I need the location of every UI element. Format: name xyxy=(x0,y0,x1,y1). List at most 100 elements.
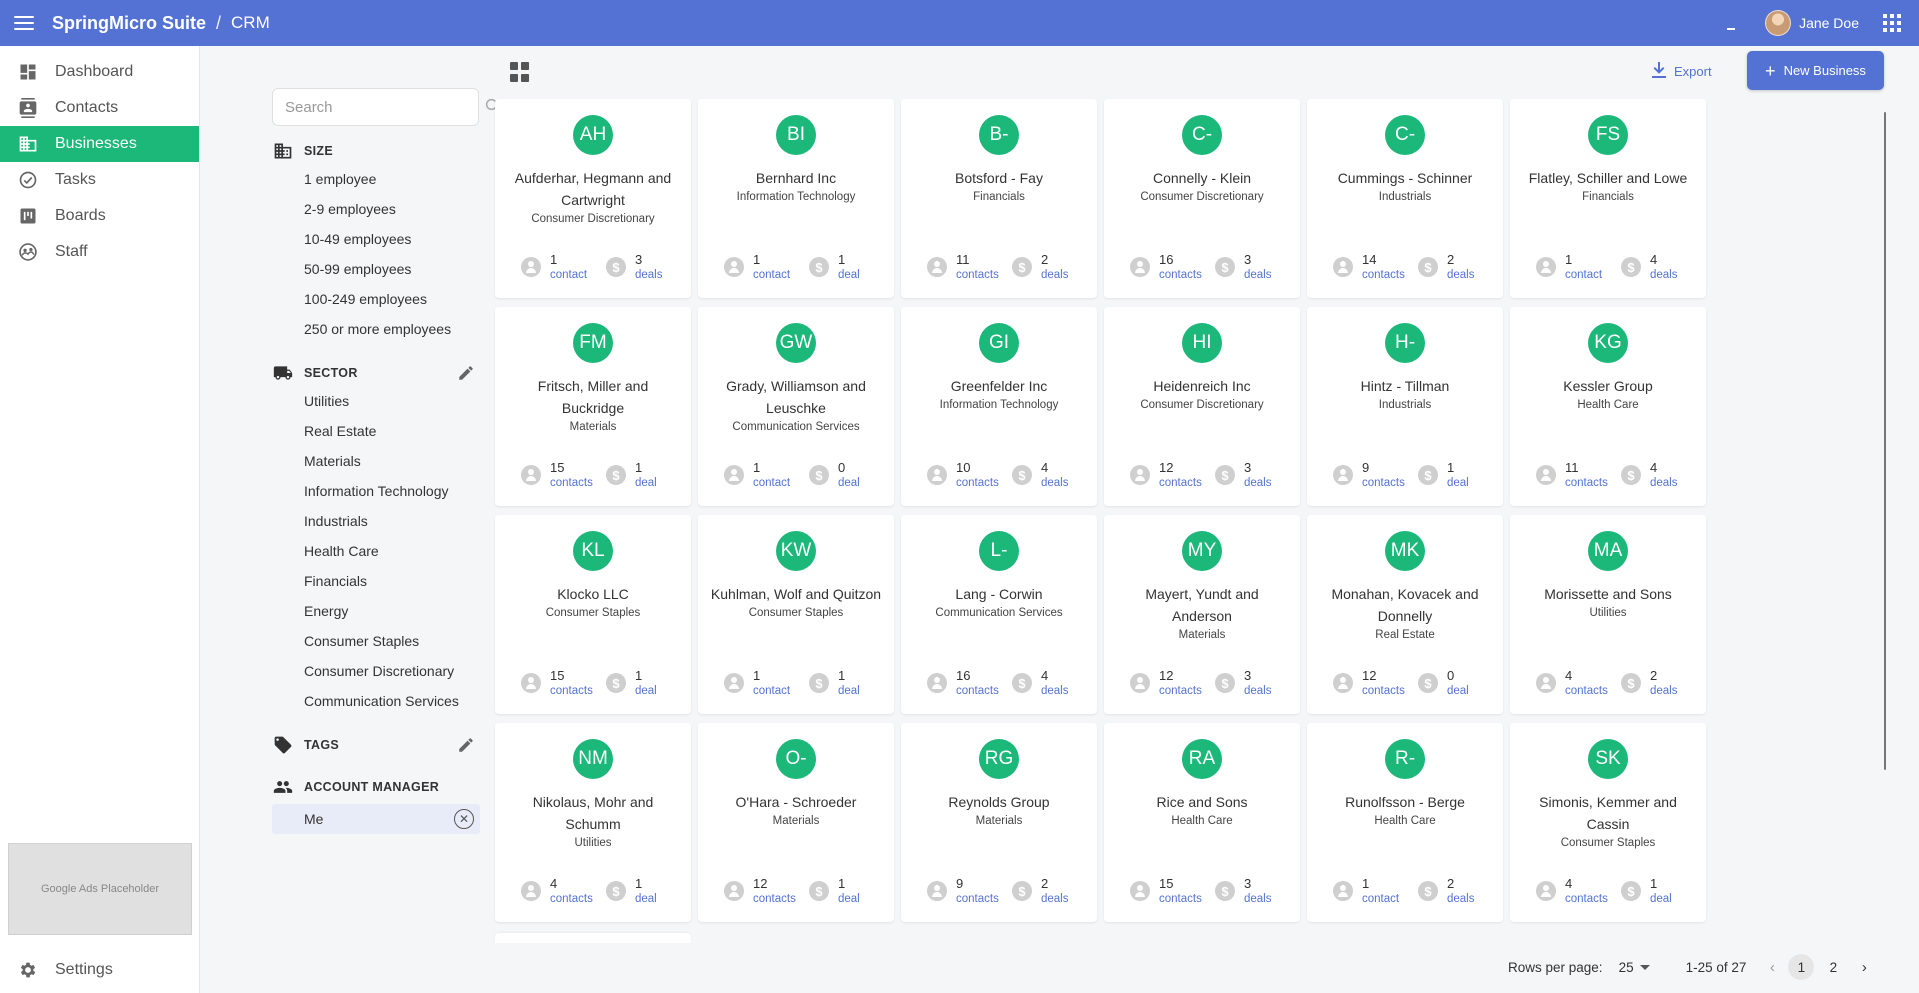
business-card[interactable]: HI Heidenreich Inc Consumer Discretionary 1… xyxy=(1104,307,1300,506)
business-sector: Information Technology xyxy=(736,191,856,203)
business-card[interactable]: C- Connelly - Klein Consumer Discretionary… xyxy=(1104,99,1300,298)
business-card[interactable]: KW Kuhlman, Wolf and Quitzon Consumer Stap… xyxy=(698,515,894,714)
search-input[interactable] xyxy=(285,98,484,116)
business-card[interactable]: FS Flatley, Schiller and Lowe Financials 1 c… xyxy=(1510,99,1706,298)
contacts-stat: 4 contacts xyxy=(1536,668,1621,698)
next-page-icon[interactable]: › xyxy=(1854,959,1874,976)
business-name: Simonis, Kemmer and Cassin xyxy=(1539,794,1677,832)
contacts-count: 1 xyxy=(753,460,761,475)
business-card[interactable]: B- Botsford - Fay Financials 11 contacts $2 de… xyxy=(901,99,1097,298)
deals-label: deals xyxy=(1244,269,1272,281)
deals-stat: $4 deals xyxy=(1621,252,1706,282)
page-2-button[interactable]: 2 xyxy=(1820,954,1846,980)
page-1-button[interactable]: 1 xyxy=(1788,954,1815,980)
deals-count: 4 xyxy=(1041,460,1049,475)
apps-grid-icon[interactable] xyxy=(1883,14,1901,32)
business-card[interactable]: FM Fritsch, Miller and Buckridge Materials… xyxy=(495,307,691,506)
deals-label: deal xyxy=(635,893,657,905)
business-card[interactable]: SK Simonis, Kemmer and Cassin Consumer Sta… xyxy=(1510,723,1706,922)
dollar-icon: $ xyxy=(1012,257,1032,277)
contacts-label: contacts xyxy=(1362,477,1405,489)
sidebar-item-dashboard[interactable]: Dashboard xyxy=(0,54,199,90)
contacts-label: contacts xyxy=(1565,685,1608,697)
rows-per-page-select[interactable]: 25 xyxy=(1619,960,1650,975)
sector-option[interactable]: Materials xyxy=(272,446,480,476)
sector-option[interactable]: Utilities xyxy=(272,386,480,416)
size-option[interactable]: 250 or more employees xyxy=(272,314,480,344)
sector-option[interactable]: Industrials xyxy=(272,506,480,536)
dollar-icon: $ xyxy=(606,257,626,277)
contacts-count: 12 xyxy=(1159,668,1174,683)
search-field[interactable] xyxy=(272,88,501,126)
business-stats: 15 contacts $3 deals xyxy=(1104,876,1300,906)
sidebar-item-boards[interactable]: Boards xyxy=(0,198,199,234)
sector-option[interactable]: Energy xyxy=(272,596,480,626)
business-initials-avatar: MK xyxy=(1385,531,1425,571)
sidebar-item-staff[interactable]: Staff xyxy=(0,234,199,270)
business-card[interactable]: MA Morissette and Sons Utilities 4 contacts $… xyxy=(1510,515,1706,714)
business-card[interactable]: R- Runolfsson - Berge Health Care 1 contact $… xyxy=(1307,723,1503,922)
pagination-range: 1-25 of 27 xyxy=(1685,959,1747,975)
scrollbar[interactable] xyxy=(1884,112,1886,770)
clear-filter-icon[interactable]: ✕ xyxy=(454,809,474,829)
sector-option[interactable]: Financials xyxy=(272,566,480,596)
business-card[interactable]: L- Lang - Corwin Communication Services 16 c… xyxy=(901,515,1097,714)
user-menu[interactable]: Jane Doe xyxy=(1765,10,1859,36)
business-card[interactable]: GI Greenfelder Inc Information Technology 1… xyxy=(901,307,1097,506)
business-card[interactable]: H- Hintz - Tillman Industrials 9 contacts $1 d… xyxy=(1307,307,1503,506)
business-name: Heidenreich Inc xyxy=(1153,378,1251,394)
contacts-count: 12 xyxy=(1159,460,1174,475)
person-icon xyxy=(521,257,541,277)
breadcrumb-section[interactable]: CRM xyxy=(231,13,270,33)
size-option[interactable]: 1 employee xyxy=(272,164,480,194)
sector-option[interactable]: Communication Services xyxy=(272,686,480,716)
business-stats: 1 contact $4 deals xyxy=(1510,252,1706,282)
business-card[interactable]: BI Bernhard Inc Information Technology 1 con… xyxy=(698,99,894,298)
size-option[interactable]: 50-99 employees xyxy=(272,254,480,284)
contacts-label: contact xyxy=(1565,269,1603,281)
business-card[interactable]: RA Rice and Sons Health Care 15 contacts $3 de… xyxy=(1104,723,1300,922)
business-card[interactable]: KG Kessler Group Health Care 11 contacts $4 de… xyxy=(1510,307,1706,506)
sector-option[interactable]: Consumer Discretionary xyxy=(272,656,480,686)
sector-option[interactable]: Consumer Staples xyxy=(272,626,480,656)
size-option[interactable]: 10-49 employees xyxy=(272,224,480,254)
business-card[interactable]: NM Nikolaus, Mohr and Schumm Utilities 4 con… xyxy=(495,723,691,922)
business-card[interactable]: RG Reynolds Group Materials 9 contacts $2 deal… xyxy=(901,723,1097,922)
grid-view-icon[interactable] xyxy=(510,62,530,82)
deals-count: 0 xyxy=(838,460,846,475)
next-row-card[interactable] xyxy=(495,933,691,943)
business-card[interactable]: MY Mayert, Yundt and Anderson Materials 12 c… xyxy=(1104,515,1300,714)
size-option[interactable]: 2-9 employees xyxy=(272,194,480,224)
hamburger-menu-icon[interactable] xyxy=(14,9,42,37)
deals-stat: $3 deals xyxy=(1215,668,1300,698)
sector-option[interactable]: Information Technology xyxy=(272,476,480,506)
prev-page-icon[interactable]: ‹ xyxy=(1762,959,1782,976)
deals-count: 1 xyxy=(635,460,643,475)
sidebar-item-businesses[interactable]: Businesses xyxy=(0,126,199,162)
sector-option[interactable]: Health Care xyxy=(272,536,480,566)
edit-sectors-pencil-icon[interactable] xyxy=(456,363,476,383)
export-button[interactable]: Export xyxy=(1652,58,1712,84)
business-card[interactable]: C- Cummings - Schinner Industrials 14 contac… xyxy=(1307,99,1503,298)
size-option[interactable]: 100-249 employees xyxy=(272,284,480,314)
edit-tags-pencil-icon[interactable] xyxy=(456,735,476,755)
business-card[interactable]: O- O'Hara - Schroeder Materials 12 contacts $… xyxy=(698,723,894,922)
business-card[interactable]: KL Klocko LLC Consumer Staples 15 contacts $1… xyxy=(495,515,691,714)
contacts-label: contacts xyxy=(1362,685,1405,697)
sidebar-item-settings[interactable]: Settings xyxy=(0,952,200,988)
contacts-stat: 10 contacts xyxy=(927,460,1012,490)
business-initials-avatar: FM xyxy=(573,323,613,363)
sector-option[interactable]: Real Estate xyxy=(272,416,480,446)
new-business-button[interactable]: + New Business xyxy=(1747,51,1884,90)
account-manager-option-me[interactable]: Me ✕ xyxy=(272,804,480,834)
sidebar-item-contacts[interactable]: Contacts xyxy=(0,90,199,126)
deals-count: 2 xyxy=(1447,876,1455,891)
business-sector: Communication Services xyxy=(732,421,860,433)
app-brand[interactable]: SpringMicro Suite xyxy=(52,13,206,34)
business-sector: Materials xyxy=(772,815,820,827)
contacts-stat: 1 contact xyxy=(724,252,809,282)
business-card[interactable]: AH Aufderhar, Hegmann and Cartwright Consu… xyxy=(495,99,691,298)
business-card[interactable]: GW Grady, Williamson and Leuschke Communic… xyxy=(698,307,894,506)
sidebar-item-tasks[interactable]: Tasks xyxy=(0,162,199,198)
business-card[interactable]: MK Monahan, Kovacek and Donnelly Real Esta… xyxy=(1307,515,1503,714)
